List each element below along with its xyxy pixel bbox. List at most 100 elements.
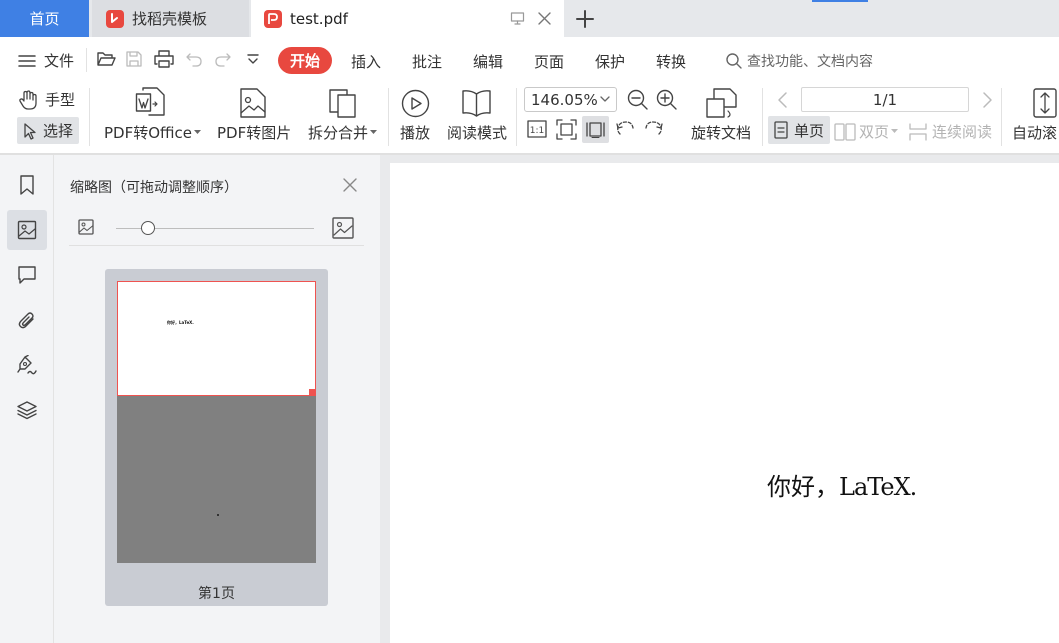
large-thumbnail-icon[interactable] bbox=[332, 217, 354, 239]
page-number-input[interactable]: 1/1 bbox=[801, 87, 969, 112]
page-indicator: 1/1 bbox=[872, 90, 898, 109]
read-mode-button[interactable]: 阅读模式 bbox=[447, 122, 507, 143]
divider bbox=[516, 88, 517, 146]
divider bbox=[89, 88, 90, 146]
rotate-document-button[interactable]: 旋转文档 bbox=[691, 122, 751, 143]
bookmark-icon bbox=[18, 175, 36, 195]
slider-handle[interactable] bbox=[141, 221, 155, 235]
svg-text:1:1: 1:1 bbox=[530, 126, 544, 136]
pdf-file-icon bbox=[264, 9, 282, 28]
cursor-icon bbox=[22, 122, 38, 140]
pdf-to-image-button[interactable]: PDF转图片 bbox=[217, 122, 291, 143]
file-menu[interactable]: 文件 bbox=[18, 50, 74, 71]
menu-tab-page[interactable]: 页面 bbox=[534, 51, 564, 72]
close-tab-icon[interactable] bbox=[537, 11, 552, 26]
file-menu-label: 文件 bbox=[44, 52, 75, 70]
divider bbox=[388, 88, 389, 146]
search-box[interactable]: 查找功能、文档内容 bbox=[725, 51, 873, 71]
menu-tab-protect[interactable]: 保护 bbox=[595, 51, 625, 72]
continuous-read-icon bbox=[908, 122, 928, 141]
zoom-value: 146.05% bbox=[531, 90, 598, 109]
play-icon bbox=[401, 89, 430, 118]
document-latex-text: LaTeX. bbox=[839, 473, 917, 501]
previous-page-icon[interactable] bbox=[776, 91, 788, 109]
panel-title: 缩略图（可拖动调整顺序） bbox=[70, 180, 238, 196]
layers-button[interactable] bbox=[7, 390, 47, 430]
thumbnail-page-label: 第1页 bbox=[198, 586, 235, 602]
double-page-label: 双页 bbox=[859, 123, 890, 141]
select-tool-label: 选择 bbox=[43, 122, 74, 140]
single-page-button[interactable]: 单页 bbox=[768, 116, 830, 144]
select-tool-button[interactable]: 选择 bbox=[17, 117, 79, 144]
zoom-select[interactable]: 146.05% bbox=[524, 87, 617, 112]
thumbnail-text: 你好，LaTeX. bbox=[167, 320, 194, 325]
menu-tab-start[interactable]: 开始 bbox=[278, 47, 332, 74]
tab-home[interactable]: 首页 bbox=[0, 0, 89, 37]
rotate-document-icon bbox=[704, 87, 738, 119]
paperclip-icon bbox=[17, 310, 37, 330]
split-merge-icon bbox=[328, 88, 358, 118]
zoom-in-icon[interactable] bbox=[656, 89, 678, 111]
search-icon bbox=[725, 52, 743, 70]
new-tab-icon[interactable] bbox=[572, 6, 598, 32]
left-sidebar bbox=[0, 155, 54, 643]
actual-size-icon[interactable]: 1:1 bbox=[527, 120, 547, 138]
print-icon[interactable] bbox=[154, 50, 174, 68]
dropdown-arrow-icon bbox=[194, 130, 202, 135]
continuous-read-label: 连续阅读 bbox=[932, 123, 993, 141]
pdf-to-office-button[interactable]: PDF转Office bbox=[104, 122, 202, 143]
layers-icon bbox=[17, 400, 37, 420]
open-folder-icon[interactable] bbox=[96, 50, 116, 68]
pdf-page[interactable] bbox=[390, 163, 1059, 643]
hand-tool-button[interactable]: 手型 bbox=[18, 89, 75, 110]
split-merge-label: 拆分合并 bbox=[308, 124, 369, 142]
document-text: 你好，LaTeX. bbox=[767, 467, 917, 502]
menu-tab-annotate[interactable]: 批注 bbox=[412, 51, 442, 72]
pin-window-icon[interactable] bbox=[510, 11, 525, 26]
thumbnail-icon bbox=[17, 220, 37, 240]
split-merge-button[interactable]: 拆分合并 bbox=[308, 122, 378, 143]
tab-test-pdf-label: test.pdf bbox=[290, 9, 348, 28]
redo-icon[interactable] bbox=[214, 51, 232, 67]
pdf-to-image-icon bbox=[239, 88, 267, 118]
menu-tab-edit[interactable]: 编辑 bbox=[473, 51, 503, 72]
thumbnail-mark bbox=[217, 514, 219, 516]
tab-accent-line bbox=[812, 0, 868, 2]
attachments-button[interactable] bbox=[7, 300, 47, 340]
tab-test-pdf[interactable]: test.pdf bbox=[251, 0, 564, 37]
menu-tab-convert[interactable]: 转换 bbox=[656, 51, 686, 72]
comments-button[interactable] bbox=[7, 255, 47, 295]
double-page-button[interactable]: 双页 bbox=[834, 121, 899, 142]
double-page-icon bbox=[834, 122, 856, 141]
continuous-read-button[interactable]: 连续阅读 bbox=[908, 121, 992, 142]
rotate-left-icon[interactable] bbox=[615, 119, 636, 139]
rotate-right-icon[interactable] bbox=[643, 119, 664, 139]
panel-divider bbox=[69, 245, 364, 246]
save-icon[interactable] bbox=[125, 50, 143, 68]
fit-page-icon[interactable] bbox=[556, 119, 577, 140]
dropdown-arrow-icon bbox=[370, 130, 378, 135]
search-placeholder: 查找功能、文档内容 bbox=[747, 54, 873, 70]
zoom-out-icon[interactable] bbox=[627, 89, 649, 111]
hand-tool-label: 手型 bbox=[45, 91, 76, 109]
tab-home-label: 首页 bbox=[29, 10, 60, 28]
customize-toolbar-icon[interactable] bbox=[246, 53, 260, 67]
signature-button[interactable] bbox=[7, 345, 47, 385]
play-button[interactable]: 播放 bbox=[400, 122, 430, 143]
pdf-to-office-icon bbox=[135, 87, 169, 119]
bookmark-button[interactable] bbox=[7, 165, 47, 205]
auto-scroll-button[interactable]: 自动滚 bbox=[1012, 122, 1057, 143]
small-thumbnail-icon[interactable] bbox=[78, 219, 94, 235]
fit-width-button[interactable] bbox=[582, 116, 609, 143]
undo-icon[interactable] bbox=[185, 51, 203, 67]
divider bbox=[86, 48, 87, 72]
thumbnail-button[interactable] bbox=[7, 210, 47, 250]
close-icon[interactable] bbox=[341, 176, 359, 194]
thumbnail-resize-handle[interactable] bbox=[309, 389, 315, 395]
pdf-to-office-label: PDF转Office bbox=[104, 124, 193, 142]
tab-template[interactable]: 找稻壳模板 bbox=[92, 0, 249, 37]
hamburger-icon bbox=[18, 54, 36, 68]
menu-tab-insert[interactable]: 插入 bbox=[351, 51, 381, 72]
next-page-icon[interactable] bbox=[982, 91, 994, 109]
single-page-label: 单页 bbox=[794, 121, 825, 140]
